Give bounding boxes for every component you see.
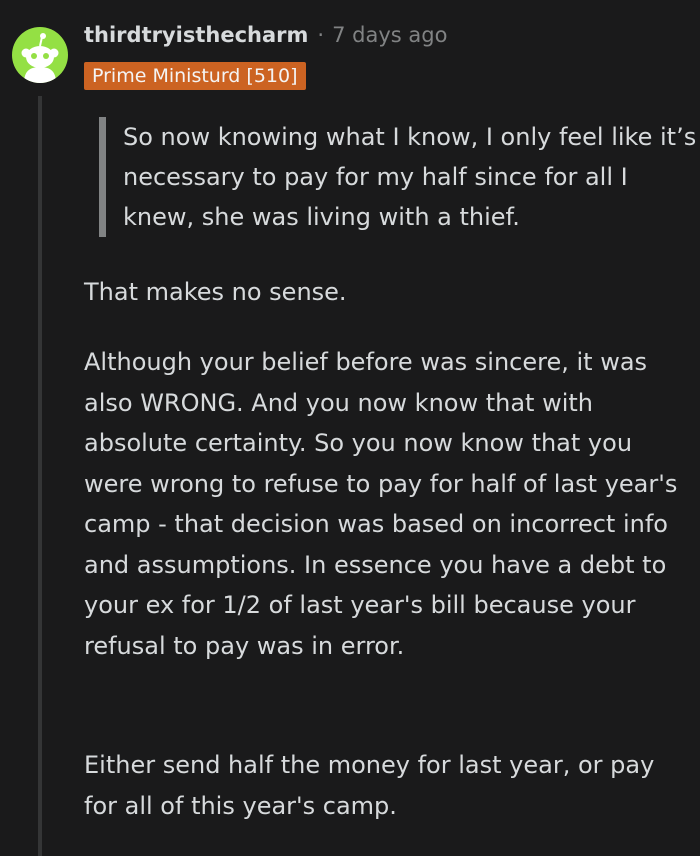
user-flair-badge: Prime Ministurd [510] xyxy=(84,62,306,90)
comment-paragraph: Although your belief before was sincere,… xyxy=(84,348,678,660)
comment-header: thirdtryisthecharm · 7 days ago xyxy=(84,20,447,50)
user-avatar[interactable] xyxy=(12,27,68,83)
snoo-avatar-icon xyxy=(21,33,59,83)
comment-paragraph: Either send half the money for last year… xyxy=(84,751,655,820)
blockquote: So now knowing what I know, I only feel … xyxy=(99,117,700,237)
comment-timestamp[interactable]: 7 days ago xyxy=(332,23,447,47)
meta-separator: · xyxy=(317,23,325,47)
quote-text: So now knowing what I know, I only feel … xyxy=(123,123,697,231)
thread-collapse-line[interactable] xyxy=(38,96,42,856)
username-link[interactable]: thirdtryisthecharm xyxy=(84,23,308,47)
comment-paragraph: That makes no sense. xyxy=(84,278,347,306)
